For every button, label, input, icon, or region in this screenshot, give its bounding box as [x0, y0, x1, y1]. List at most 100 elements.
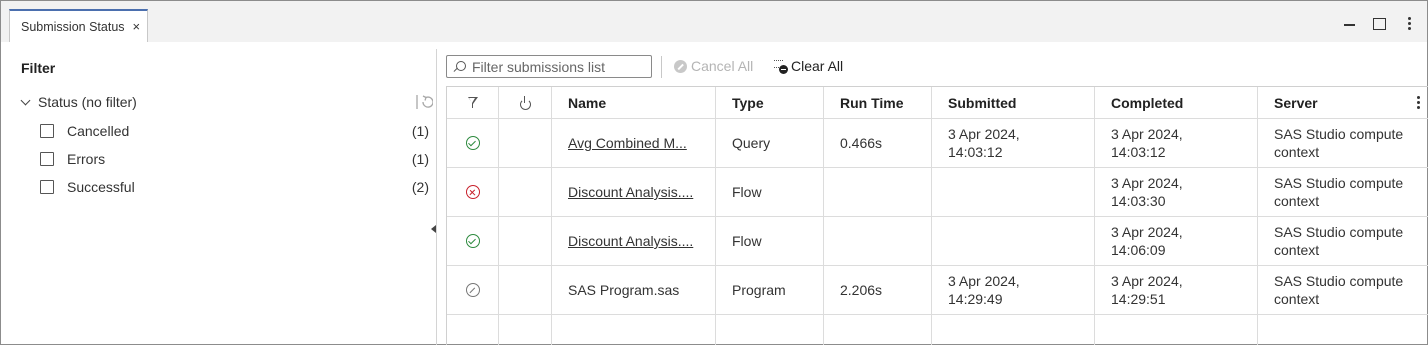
clear-all-button[interactable]: Clear All [774, 58, 843, 74]
submission-name-link[interactable]: Discount Analysis.... [568, 232, 693, 250]
column-header-submitted[interactable]: Submitted [932, 87, 1095, 118]
server-name-cont: context [1274, 193, 1320, 209]
empty-cell [447, 315, 499, 345]
empty-cell [499, 315, 552, 345]
column-header-name[interactable]: Name [552, 87, 716, 118]
filter-item-successful[interactable]: Successful [40, 179, 135, 195]
cancelled-icon [465, 283, 480, 297]
table-row[interactable]: Discount Analysis.... Flow 3 Apr 2024, 14… [447, 217, 1428, 266]
panel-splitter[interactable] [436, 49, 437, 345]
submitted-time: 14:29:49 [948, 291, 1003, 307]
empty-cell [552, 315, 716, 345]
filter-title: Filter [21, 60, 56, 76]
funnel-icon[interactable] [467, 97, 478, 108]
empty-cell [499, 217, 552, 265]
status-cell [447, 168, 499, 216]
type-cell: Program [716, 266, 824, 314]
cancel-all-button[interactable]: Cancel All [674, 58, 753, 74]
success-icon [465, 234, 480, 248]
server-name: SAS Studio compute [1274, 224, 1404, 240]
status-filter-column-header[interactable] [447, 87, 499, 118]
run-time-cell [824, 168, 932, 216]
search-input[interactable] [472, 58, 647, 75]
filter-count: (2) [411, 179, 429, 195]
submitted-time: 14:03:12 [948, 144, 1003, 160]
name-cell: Avg Combined M... [552, 119, 716, 167]
tab-submission-status[interactable]: Submission Status × [9, 9, 148, 42]
submitted-cell: 3 Apr 2024, 14:03:12 [932, 119, 1095, 167]
completed-time: 14:03:30 [1111, 193, 1166, 209]
cancelled-checkbox[interactable] [40, 124, 54, 138]
column-header-run-time[interactable]: Run Time [824, 87, 932, 118]
filter-item-label: Errors [67, 151, 106, 167]
successful-checkbox[interactable] [40, 180, 54, 194]
completed-time: 14:29:51 [1111, 291, 1166, 307]
reset-filter-icon[interactable] [415, 94, 433, 110]
toolbar-divider [661, 56, 662, 78]
tab-label: Submission Status [21, 19, 125, 34]
table-row[interactable]: Discount Analysis.... Flow 3 Apr 2024, 14… [447, 168, 1428, 217]
table-row[interactable]: Avg Combined M... Query 0.466s 3 Apr 202… [447, 119, 1428, 168]
cancel-all-label: Cancel All [691, 58, 754, 74]
completed-cell: 3 Apr 2024, 14:06:09 [1095, 217, 1258, 265]
filter-count: (1) [411, 151, 429, 167]
completed-cell: 3 Apr 2024, 14:29:51 [1095, 266, 1258, 314]
server-cell: SAS Studio compute context [1258, 119, 1428, 167]
sort-icon[interactable] [519, 95, 531, 110]
empty-cell [1258, 315, 1428, 345]
close-icon[interactable]: × [133, 19, 141, 34]
success-icon [465, 136, 480, 150]
completed-time: 14:06:09 [1111, 242, 1166, 258]
status-cell [447, 266, 499, 314]
collapse-panel-icon[interactable] [431, 225, 436, 233]
search-field[interactable] [446, 55, 652, 78]
column-header-type[interactable]: Type [716, 87, 824, 118]
name-cell: Discount Analysis.... [552, 168, 716, 216]
column-options-icon[interactable] [1417, 96, 1420, 110]
submitted-cell [932, 168, 1095, 216]
type-cell: Flow [716, 217, 824, 265]
completed-date: 3 Apr 2024, [1111, 126, 1183, 142]
server-cell: SAS Studio compute context [1258, 217, 1428, 265]
server-name-cont: context [1274, 242, 1320, 258]
type-cell: Query [716, 119, 824, 167]
clear-list-icon [774, 59, 788, 74]
run-time-cell: 2.206s [824, 266, 932, 314]
server-name: SAS Studio compute [1274, 126, 1404, 142]
status-filter-group[interactable]: Status (no filter) [20, 94, 137, 110]
filter-item-label: Successful [67, 179, 135, 195]
server-cell: SAS Studio compute context [1258, 168, 1428, 216]
column-header-server[interactable]: Server [1258, 87, 1428, 118]
completed-cell: 3 Apr 2024, 14:03:12 [1095, 119, 1258, 167]
run-time-cell: 0.466s [824, 119, 932, 167]
filter-item-cancelled[interactable]: Cancelled [40, 123, 129, 139]
kebab-menu-icon[interactable] [1401, 15, 1417, 31]
clear-all-label: Clear All [791, 58, 844, 74]
submission-name-link[interactable]: Discount Analysis.... [568, 183, 693, 201]
submitted-cell: 3 Apr 2024, 14:29:49 [932, 266, 1095, 314]
completed-date: 3 Apr 2024, [1111, 224, 1183, 240]
server-name-cont: context [1274, 291, 1320, 307]
type-cell: Flow [716, 168, 824, 216]
server-name-cont: context [1274, 144, 1320, 160]
completed-date: 3 Apr 2024, [1111, 273, 1183, 289]
sort-column-header[interactable] [499, 87, 552, 118]
status-cell [447, 217, 499, 265]
maximize-icon[interactable] [1371, 15, 1387, 31]
empty-table-row [447, 315, 1428, 345]
name-cell: SAS Program.sas [552, 266, 716, 314]
errors-checkbox[interactable] [40, 152, 54, 166]
name-cell: Discount Analysis.... [552, 217, 716, 265]
empty-cell [932, 315, 1095, 345]
submission-name-link[interactable]: Avg Combined M... [568, 134, 687, 152]
submission-status-window: Submission Status × Filter Status (no fi… [0, 0, 1428, 345]
filter-item-label: Cancelled [67, 123, 130, 139]
chevron-down-icon[interactable] [20, 95, 31, 106]
tab-bar: Submission Status × [1, 1, 1427, 42]
filter-item-errors[interactable]: Errors [40, 151, 105, 167]
run-time-cell [824, 217, 932, 265]
column-header-completed[interactable]: Completed [1095, 87, 1258, 118]
minimize-icon[interactable] [1342, 15, 1358, 31]
completed-date: 3 Apr 2024, [1111, 175, 1183, 191]
table-row[interactable]: SAS Program.sas Program 2.206s 3 Apr 202… [447, 266, 1428, 315]
